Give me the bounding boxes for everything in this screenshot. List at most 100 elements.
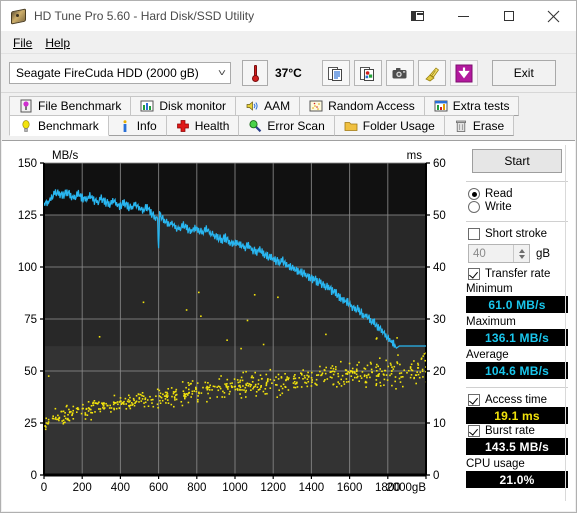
tab-aam-label: AAM: [264, 99, 291, 113]
divider: [466, 221, 568, 222]
random-access-icon: [309, 100, 323, 112]
svg-text:1400: 1400: [299, 482, 325, 494]
toolbar: Seagate FireCuda HDD (2000 gB) ˅ 37°C Ex…: [1, 54, 576, 93]
copy-image-icon[interactable]: [353, 60, 382, 86]
benchmark-chart: 0 25 50 75 100 125 150 0 10 20 30 40 50 60 0 200 400 600 8…: [10, 145, 460, 505]
hard-disk-icon: [10, 8, 26, 25]
camera-icon[interactable]: [385, 60, 414, 86]
svg-text:10: 10: [433, 418, 446, 430]
tab-benchmark[interactable]: Benchmark: [9, 115, 109, 136]
window-buttons: [395, 1, 576, 31]
radio-read-icon: [468, 188, 480, 200]
menu-item-file[interactable]: File: [9, 34, 41, 52]
minimize-icon[interactable]: [441, 1, 486, 31]
svg-text:1600: 1600: [337, 482, 363, 494]
tab-folder-usage-label: Folder Usage: [362, 118, 435, 133]
short-stroke-value: 40: [473, 247, 486, 260]
svg-text:600: 600: [149, 482, 168, 494]
window-title: HD Tune Pro 5.60 - Hard Disk/SSD Utility: [34, 9, 255, 23]
tab-extra-tests[interactable]: Extra tests: [423, 96, 520, 116]
tab-file-benchmark[interactable]: File Benchmark: [9, 96, 132, 116]
radio-write-icon: [468, 201, 480, 213]
divider: [466, 181, 568, 182]
tab-error-scan-label: Error Scan: [267, 118, 325, 133]
access-time-value: 19.1 ms: [466, 407, 568, 424]
tab-health-label: Health: [194, 118, 230, 133]
checkbox-burst-rate[interactable]: Burst rate: [468, 425, 570, 437]
start-button[interactable]: Start: [472, 149, 562, 173]
checkbox-short-stroke-icon: [468, 228, 480, 240]
checkbox-short-stroke[interactable]: Short stroke: [468, 228, 570, 240]
lightbulb-icon: [22, 119, 30, 132]
folder-icon: [344, 121, 358, 131]
stepper-arrows-icon[interactable]: [513, 245, 529, 262]
svg-text:800: 800: [187, 482, 206, 494]
exit-button[interactable]: Exit: [491, 60, 556, 86]
checkbox-access-time[interactable]: Access time: [468, 394, 570, 406]
radio-read[interactable]: Read: [468, 188, 570, 200]
short-stroke-stepper[interactable]: 40: [468, 244, 530, 263]
minimum-label: Minimum: [466, 283, 513, 295]
temperature-button[interactable]: [242, 60, 268, 86]
svg-text:150: 150: [18, 158, 37, 170]
checkbox-transfer-rate-label: Transfer rate: [485, 268, 551, 280]
maximum-value: 136.1 MB/s: [466, 329, 568, 346]
svg-text:40: 40: [433, 262, 446, 274]
svg-text:25: 25: [24, 418, 37, 430]
short-stroke-unit: gB: [536, 247, 551, 260]
svg-text:0: 0: [41, 482, 47, 494]
average-value: 104.6 MB/s: [466, 362, 568, 379]
radio-read-label: Read: [485, 188, 513, 200]
radio-write[interactable]: Write: [468, 201, 570, 213]
cpu-usage-value: 21.0%: [466, 471, 568, 488]
download-arrow-icon[interactable]: [449, 60, 478, 86]
copy-text-icon[interactable]: [321, 60, 350, 86]
tab-row-2: Benchmark Info Health Error Scan Folder …: [1, 115, 576, 136]
divider: [466, 387, 568, 388]
burst-rate-value: 143.5 MB/s: [466, 438, 568, 455]
checkbox-transfer-rate[interactable]: Transfer rate: [468, 268, 570, 280]
tab-row-1: File Benchmark Disk monitor AAM Random A…: [1, 96, 576, 116]
broom-icon[interactable]: [417, 60, 446, 86]
thermometer-icon: [251, 64, 259, 82]
maximize-icon[interactable]: [486, 1, 531, 31]
exit-button-label: Exit: [513, 66, 534, 80]
svg-text:0: 0: [433, 470, 439, 482]
chart-canvas: 025507510012515001020304050600 200 400 600 8…: [18, 150, 446, 494]
svg-text:100: 100: [18, 262, 37, 274]
tab-random-access[interactable]: Random Access: [299, 96, 425, 116]
checkbox-access-time-icon: [468, 394, 480, 406]
results-panel: Start Read Write Short stroke 40 gB Tran…: [464, 145, 570, 505]
tab-folder-usage[interactable]: Folder Usage: [333, 115, 445, 136]
restore-down-icon[interactable]: [395, 1, 441, 31]
tab-health[interactable]: Health: [165, 115, 240, 136]
close-icon[interactable]: [531, 1, 576, 31]
svg-text:2000gB: 2000gB: [386, 482, 426, 494]
tab-random-access-label: Random Access: [328, 99, 415, 113]
checkbox-burst-rate-icon: [468, 425, 480, 437]
cpu-usage-label: CPU usage: [466, 458, 525, 470]
drive-select[interactable]: Seagate FireCuda HDD (2000 gB) ˅: [9, 62, 231, 84]
tab-disk-monitor[interactable]: Disk monitor: [130, 96, 237, 116]
svg-text:200: 200: [73, 482, 92, 494]
menu-file-label: File: [13, 35, 33, 50]
menu-help-label: Help: [45, 35, 71, 50]
svg-text:50: 50: [24, 366, 37, 378]
svg-text:20: 20: [433, 366, 446, 378]
checkbox-short-stroke-label: Short stroke: [485, 228, 547, 240]
svg-text:50: 50: [433, 210, 446, 222]
tab-aam[interactable]: AAM: [235, 96, 301, 116]
svg-text:125: 125: [18, 210, 37, 222]
hd-tune-window: HD Tune Pro 5.60 - Hard Disk/SSD Utility…: [0, 0, 577, 513]
menu-bar: File Help: [1, 32, 576, 54]
minimum-value: 61.0 MB/s: [466, 296, 568, 313]
menu-item-help[interactable]: Help: [41, 34, 79, 52]
tab-info[interactable]: Info: [107, 115, 167, 136]
checkbox-burst-rate-label: Burst rate: [485, 425, 535, 437]
tab-erase[interactable]: Erase: [443, 115, 515, 136]
svg-text:400: 400: [111, 482, 130, 494]
extra-tests-icon: [434, 100, 448, 112]
checkbox-access-time-label: Access time: [485, 394, 547, 406]
panel-divider: [565, 145, 566, 501]
tab-error-scan[interactable]: Error Scan: [238, 115, 335, 136]
